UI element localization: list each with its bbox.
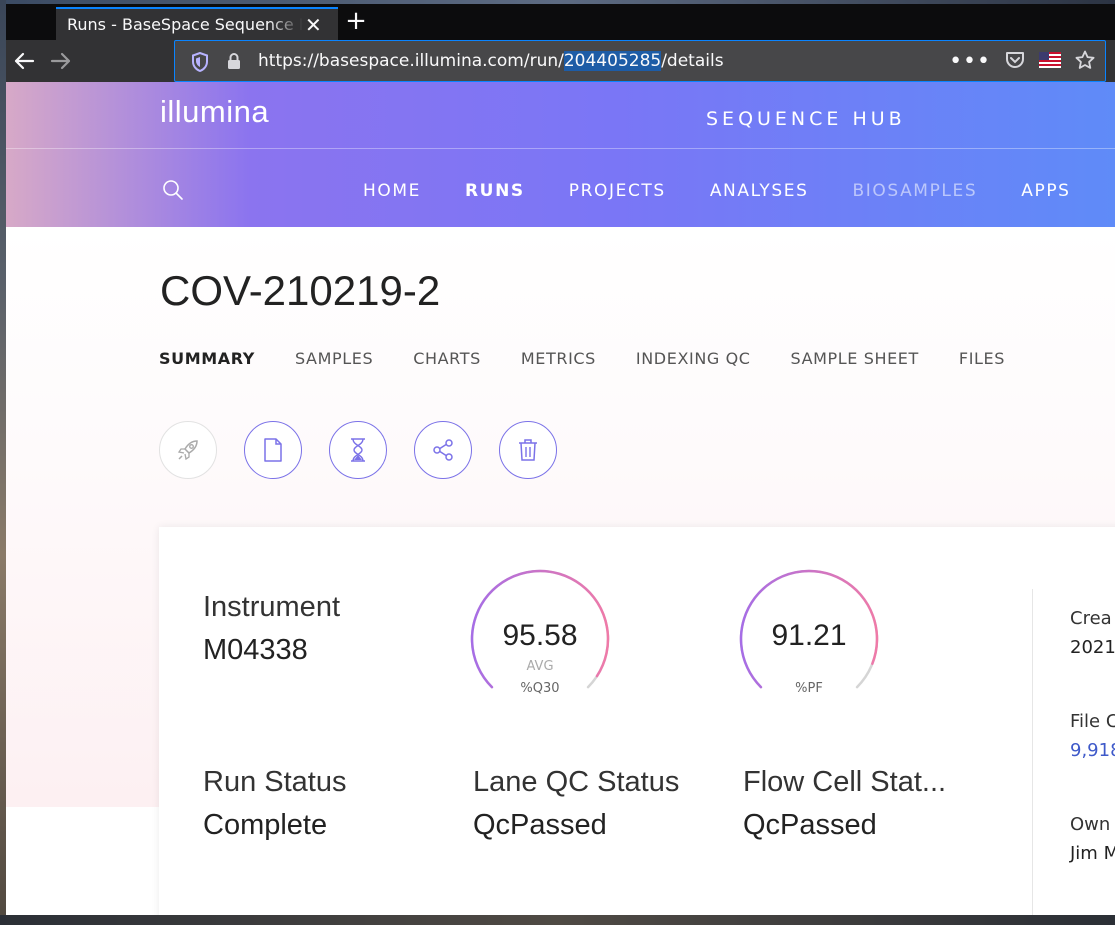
new-tab-plus-icon[interactable]: +	[342, 8, 370, 36]
us-flag-icon[interactable]	[1039, 52, 1061, 72]
created-label: Crea	[1070, 608, 1112, 629]
nav-runs[interactable]: RUNS	[465, 181, 525, 201]
close-icon[interactable]: ✕	[305, 13, 322, 37]
main-nav: HOME RUNS PROJECTS ANALYSES BIOSAMPLES A…	[363, 181, 1115, 201]
back-arrow-icon[interactable]	[9, 46, 39, 76]
share-button[interactable]	[414, 421, 472, 479]
site-header: illumina SEQUENCE HUB HOME RUNS PROJECTS…	[6, 82, 1115, 227]
lane-qc-value: QcPassed	[473, 809, 607, 841]
url-bar[interactable]: https://basespace.illumina.com/run/20440…	[174, 40, 1106, 82]
nav-biosamples[interactable]: BIOSAMPLES	[853, 181, 978, 201]
owner-value: Jim M	[1070, 843, 1115, 864]
browser-nav-bar: https://basespace.illumina.com/run/20440…	[6, 40, 1115, 82]
instrument-label: Instrument	[203, 591, 340, 623]
lane-qc-label: Lane QC Status	[473, 766, 680, 798]
tab-indexing-qc[interactable]: INDEXING QC	[636, 349, 751, 368]
tab-files[interactable]: FILES	[959, 349, 1005, 368]
header-divider	[6, 148, 1115, 149]
page-title: COV-210219-2	[160, 267, 441, 314]
browser-tab-bar: Runs - BaseSpace Sequence Hub ✕ +	[6, 4, 1115, 40]
browser-tab-runs[interactable]: Runs - BaseSpace Sequence Hub ✕	[56, 7, 338, 40]
tab-title: Runs - BaseSpace Sequence Hub	[67, 15, 303, 34]
tab-summary[interactable]: SUMMARY	[159, 349, 255, 368]
created-value: 2021	[1070, 637, 1115, 658]
pf-caption: %PF	[795, 681, 823, 696]
q30-caption: %Q30	[520, 681, 560, 696]
pocket-icon[interactable]	[1005, 51, 1025, 73]
more-actions-icon[interactable]: •••	[949, 51, 991, 73]
summary-card: Instrument M04338 95.58 AVG %Q30 91.21 %…	[159, 527, 1115, 915]
q30-avg-label: AVG	[526, 659, 554, 674]
tab-sample-sheet[interactable]: SAMPLE SHEET	[791, 349, 919, 368]
q30-value: 95.58	[502, 619, 578, 652]
delete-button[interactable]	[499, 421, 557, 479]
hourglass-icon	[351, 438, 365, 462]
document-button[interactable]	[244, 421, 302, 479]
launch-app-button[interactable]	[159, 421, 217, 479]
owner-label: Own	[1070, 814, 1111, 835]
history-button[interactable]	[329, 421, 387, 479]
run-tabs: SUMMARY SAMPLES CHARTS METRICS INDEXING …	[159, 349, 1045, 368]
card-divider	[1032, 589, 1033, 915]
tab-samples[interactable]: SAMPLES	[295, 349, 373, 368]
web-page: illumina SEQUENCE HUB HOME RUNS PROJECTS…	[6, 82, 1115, 915]
url-text[interactable]: https://basespace.illumina.com/run/20440…	[258, 51, 724, 71]
run-status-label: Run Status	[203, 766, 347, 798]
instrument-value: M04338	[203, 634, 308, 666]
forward-arrow-icon[interactable]	[46, 46, 76, 76]
bookmark-star-icon[interactable]	[1075, 50, 1095, 74]
tracking-shield-icon[interactable]	[191, 51, 209, 76]
product-name: SEQUENCE HUB	[706, 108, 906, 130]
lock-icon[interactable]	[227, 52, 241, 74]
url-selected-text: 204405285	[563, 51, 662, 71]
nav-analyses[interactable]: ANALYSES	[710, 181, 809, 201]
share-icon	[433, 439, 453, 461]
trash-icon	[519, 439, 537, 461]
document-icon	[264, 438, 282, 462]
search-icon[interactable]	[162, 179, 184, 205]
flow-cell-value: QcPassed	[743, 809, 877, 841]
file-count-label: File C	[1070, 711, 1115, 732]
nav-home[interactable]: HOME	[363, 181, 421, 201]
url-prefix: https://basespace.illumina.com/run/	[258, 51, 564, 71]
run-status-value: Complete	[203, 809, 328, 841]
tab-charts[interactable]: CHARTS	[413, 349, 481, 368]
nav-apps[interactable]: APPS	[1021, 181, 1070, 201]
rocket-icon	[177, 440, 198, 461]
nav-projects[interactable]: PROJECTS	[569, 181, 666, 201]
flow-cell-label: Flow Cell Stat...	[743, 766, 947, 798]
url-suffix: /details	[661, 51, 724, 71]
pf-value: 91.21	[771, 619, 847, 652]
tab-metrics[interactable]: METRICS	[521, 349, 596, 368]
file-count-link[interactable]: 9,918	[1070, 740, 1115, 761]
illumina-logo[interactable]: illumina	[160, 94, 269, 130]
desktop-background-bottom	[0, 915, 1115, 925]
